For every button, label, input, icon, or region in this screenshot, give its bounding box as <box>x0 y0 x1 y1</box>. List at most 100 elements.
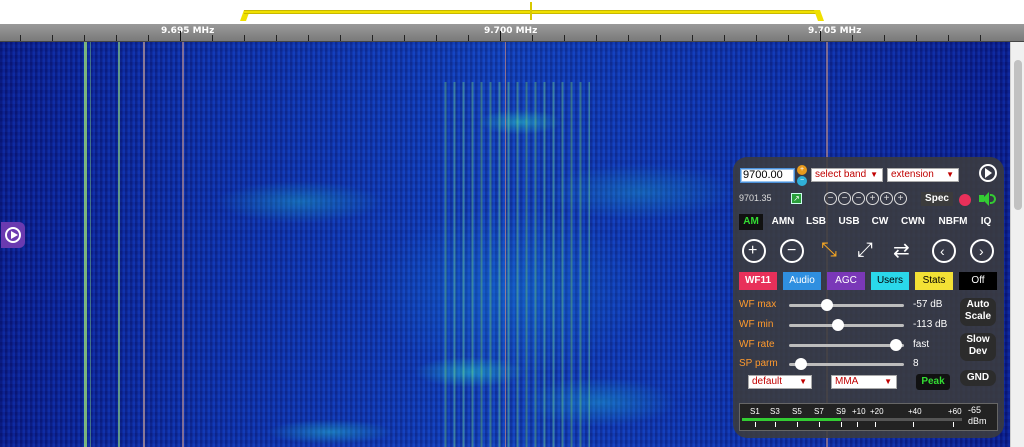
s-meter-tick <box>953 422 954 427</box>
chevron-down-icon: ▼ <box>946 170 954 179</box>
scale-tick <box>820 31 821 41</box>
auto-scale-button[interactable]: Auto Scale <box>960 298 996 326</box>
s-meter-label: S1 <box>750 407 760 416</box>
scale-tick <box>180 31 181 41</box>
mode-nbfm[interactable]: NBFM <box>935 214 971 230</box>
kiwisdr-receiver: 9.695 MHz 9.700 MHz 9.705 MHz 9700.00 + … <box>0 0 1024 447</box>
mode-am[interactable]: AM <box>739 214 763 230</box>
peak-button[interactable]: Peak <box>916 374 950 390</box>
s-meter-tick <box>819 422 820 427</box>
zoom-in-button[interactable]: + <box>739 237 769 265</box>
extension-select-value: extension <box>891 169 934 180</box>
zoom-max-out-button[interactable]: ⤢ <box>851 237 881 265</box>
scale-tick <box>532 35 533 41</box>
scale-tick <box>788 35 789 41</box>
wf-max-label: WF max <box>739 299 777 310</box>
chevron-down-icon: ▼ <box>799 377 807 386</box>
scale-label-9705: 9.705 MHz <box>808 26 862 36</box>
s-meter-label: +20 <box>870 407 884 416</box>
mode-cwn[interactable]: CWN <box>898 214 928 230</box>
s-meter-tick <box>797 422 798 427</box>
tab-stats[interactable]: Stats <box>915 272 953 290</box>
slider-knob[interactable] <box>889 339 902 351</box>
mma-select[interactable]: MMA ▼ <box>831 375 897 389</box>
passband-high-edge[interactable] <box>813 10 825 21</box>
scale-tick <box>596 35 597 41</box>
extension-select[interactable]: extension ▼ <box>887 168 959 182</box>
scale-tick <box>852 35 853 41</box>
mode-lsb[interactable]: LSB <box>803 214 829 230</box>
scrollbar-thumb[interactable] <box>1014 60 1022 210</box>
page-scrollbar[interactable] <box>1010 42 1024 447</box>
frequency-scale[interactable]: 9.695 MHz 9.700 MHz 9.705 MHz <box>0 24 1024 42</box>
chevron-left-icon: ‹ <box>932 239 956 263</box>
mode-usb[interactable]: USB <box>836 214 862 230</box>
step-down-icon[interactable]: − <box>797 176 807 186</box>
minus-icon[interactable]: − <box>838 192 851 205</box>
slow-dev-line2: Dev <box>968 346 988 357</box>
scale-tick <box>724 35 725 41</box>
tab-users-label: Users <box>876 275 904 286</box>
minus-icon[interactable]: − <box>852 192 865 205</box>
s-meter-tick <box>875 422 876 427</box>
frequency-step-buttons[interactable]: + − <box>797 165 807 187</box>
tab-agc-label: AGC <box>835 275 857 286</box>
tab-wf11[interactable]: WF11 <box>739 272 777 290</box>
carrier-line <box>84 42 87 447</box>
passband-strip[interactable] <box>0 0 1024 24</box>
plus-icon[interactable]: + <box>866 192 879 205</box>
step-up-icon[interactable]: + <box>797 165 807 175</box>
plus-icon[interactable]: + <box>880 192 893 205</box>
gnd-button[interactable]: GND <box>960 370 996 386</box>
wf-rate-slider[interactable] <box>789 339 904 351</box>
wf-max-slider[interactable] <box>789 299 904 311</box>
frequency-input[interactable]: 9700.00 <box>740 168 795 183</box>
mma-select-value: MMA <box>835 376 859 387</box>
slow-dev-button[interactable]: Slow Dev <box>960 333 996 361</box>
scale-tick <box>692 35 693 41</box>
scale-tick <box>884 35 885 41</box>
passband-bar[interactable] <box>244 10 820 14</box>
s-meter-label: S7 <box>814 407 824 416</box>
tab-off-label: Off <box>971 275 985 286</box>
plus-icon[interactable]: + <box>894 192 907 205</box>
expand-arrows-icon: ⤢ <box>857 239 873 261</box>
spec-button[interactable]: Spec <box>921 192 953 206</box>
scale-label-9695: 9.695 MHz <box>161 26 215 36</box>
zoom-in-icon: + <box>742 239 766 263</box>
tab-agc[interactable]: AGC <box>827 272 865 290</box>
sp-parm-slider[interactable] <box>789 358 904 370</box>
external-link-icon[interactable]: ↗ <box>791 193 802 204</box>
zoom-toggle-button[interactable]: ⇄ <box>889 237 923 265</box>
page-left-button[interactable]: ‹ <box>929 237 959 265</box>
slider-knob[interactable] <box>832 319 845 331</box>
page-right-button[interactable]: › <box>967 237 997 265</box>
minus-icon[interactable]: − <box>824 192 837 205</box>
scale-tick <box>276 35 277 41</box>
s-meter-label: +60 <box>948 407 962 416</box>
slider-knob[interactable] <box>820 299 833 311</box>
side-panel-toggle[interactable] <box>1 222 25 248</box>
collapse-arrows-icon: ⤡ <box>821 239 837 261</box>
scale-tick <box>564 35 565 41</box>
carrier-line <box>118 42 120 447</box>
wf-min-value: -113 dB <box>913 319 948 330</box>
zoom-to-band-button[interactable]: ⤡ <box>815 237 845 265</box>
tab-off[interactable]: Off <box>959 272 997 290</box>
slider-knob[interactable] <box>794 358 807 370</box>
mode-cw[interactable]: CW <box>869 214 891 230</box>
zoom-out-button[interactable]: − <box>777 237 807 265</box>
panel-play-button[interactable] <box>979 164 997 182</box>
scale-tick <box>980 35 981 41</box>
band-select[interactable]: select band ▼ <box>811 168 883 182</box>
mode-amn[interactable]: AMN <box>768 214 798 230</box>
tab-users[interactable]: Users <box>871 272 909 290</box>
tab-audio[interactable]: Audio <box>783 272 821 290</box>
scale-tick <box>212 35 213 41</box>
speaker-icon[interactable] <box>978 191 998 207</box>
record-icon[interactable] <box>959 194 971 206</box>
colormap-select[interactable]: default ▼ <box>748 375 812 389</box>
mode-iq[interactable]: IQ <box>977 214 995 230</box>
passband-bracket[interactable] <box>239 2 825 21</box>
wf-min-slider[interactable] <box>789 319 904 331</box>
